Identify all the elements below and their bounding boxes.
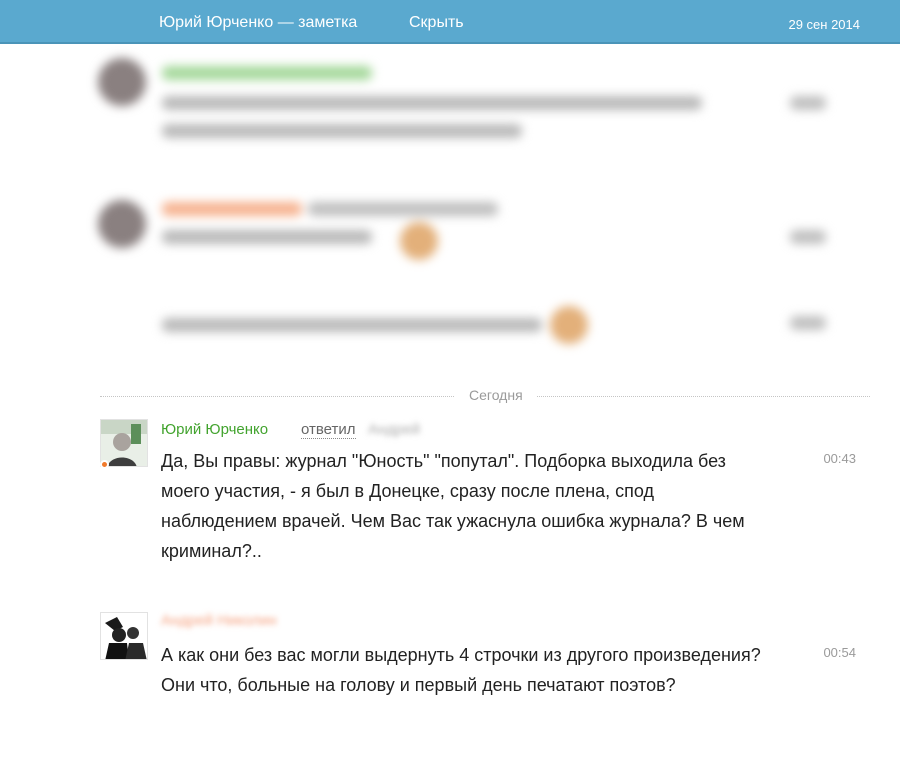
blurred-text: [162, 318, 542, 332]
comment-author[interactable]: Юрий Юрченко: [161, 421, 268, 438]
hide-button[interactable]: Скрыть: [409, 14, 464, 32]
online-indicator: [100, 460, 109, 469]
avatar[interactable]: [100, 419, 148, 467]
comment: Юрий Юрченко ответил Андрей Да, Вы правы…: [100, 419, 870, 579]
blurred-time: [790, 230, 826, 244]
avatar[interactable]: [100, 612, 148, 660]
blurred-time: [790, 96, 826, 110]
note-title[interactable]: Юрий Юрченко — заметка: [159, 14, 357, 32]
blurred-avatar: [98, 58, 146, 106]
blurred-sticker: [550, 306, 588, 344]
blurred-author: [162, 66, 372, 80]
blurred-avatar: [98, 200, 146, 248]
date-divider-label: Сегодня: [455, 387, 537, 403]
blurred-meta: [308, 202, 498, 216]
blurred-time: [790, 316, 826, 330]
blurred-text: [162, 230, 372, 244]
comment: Андрей Николин А как они без вас могли в…: [100, 612, 870, 732]
comment-text: Да, Вы правы: журнал "Юность" "попутал".…: [161, 451, 745, 561]
top-bar: Юрий Юрченко — заметка Скрыть 29 сен 201…: [0, 0, 900, 44]
avatar-photo-icon: [101, 613, 147, 659]
replied-link[interactable]: ответил: [301, 421, 356, 439]
blurred-text: [162, 124, 522, 138]
avatar-photo-icon: [101, 420, 147, 466]
comment-text: А как они без вас могли выдернуть 4 стро…: [161, 645, 761, 695]
blurred-comments: [76, 50, 868, 370]
comment-author[interactable]: Андрей Николин: [161, 612, 277, 629]
comment-time: 00:54: [823, 645, 856, 660]
blurred-sticker: [400, 222, 438, 260]
blurred-text: [162, 96, 702, 110]
note-date: 29 сен 2014: [788, 17, 860, 32]
reply-to-name[interactable]: Андрей: [368, 421, 420, 438]
blurred-author: [162, 202, 302, 216]
comment-time: 00:43: [823, 451, 856, 466]
